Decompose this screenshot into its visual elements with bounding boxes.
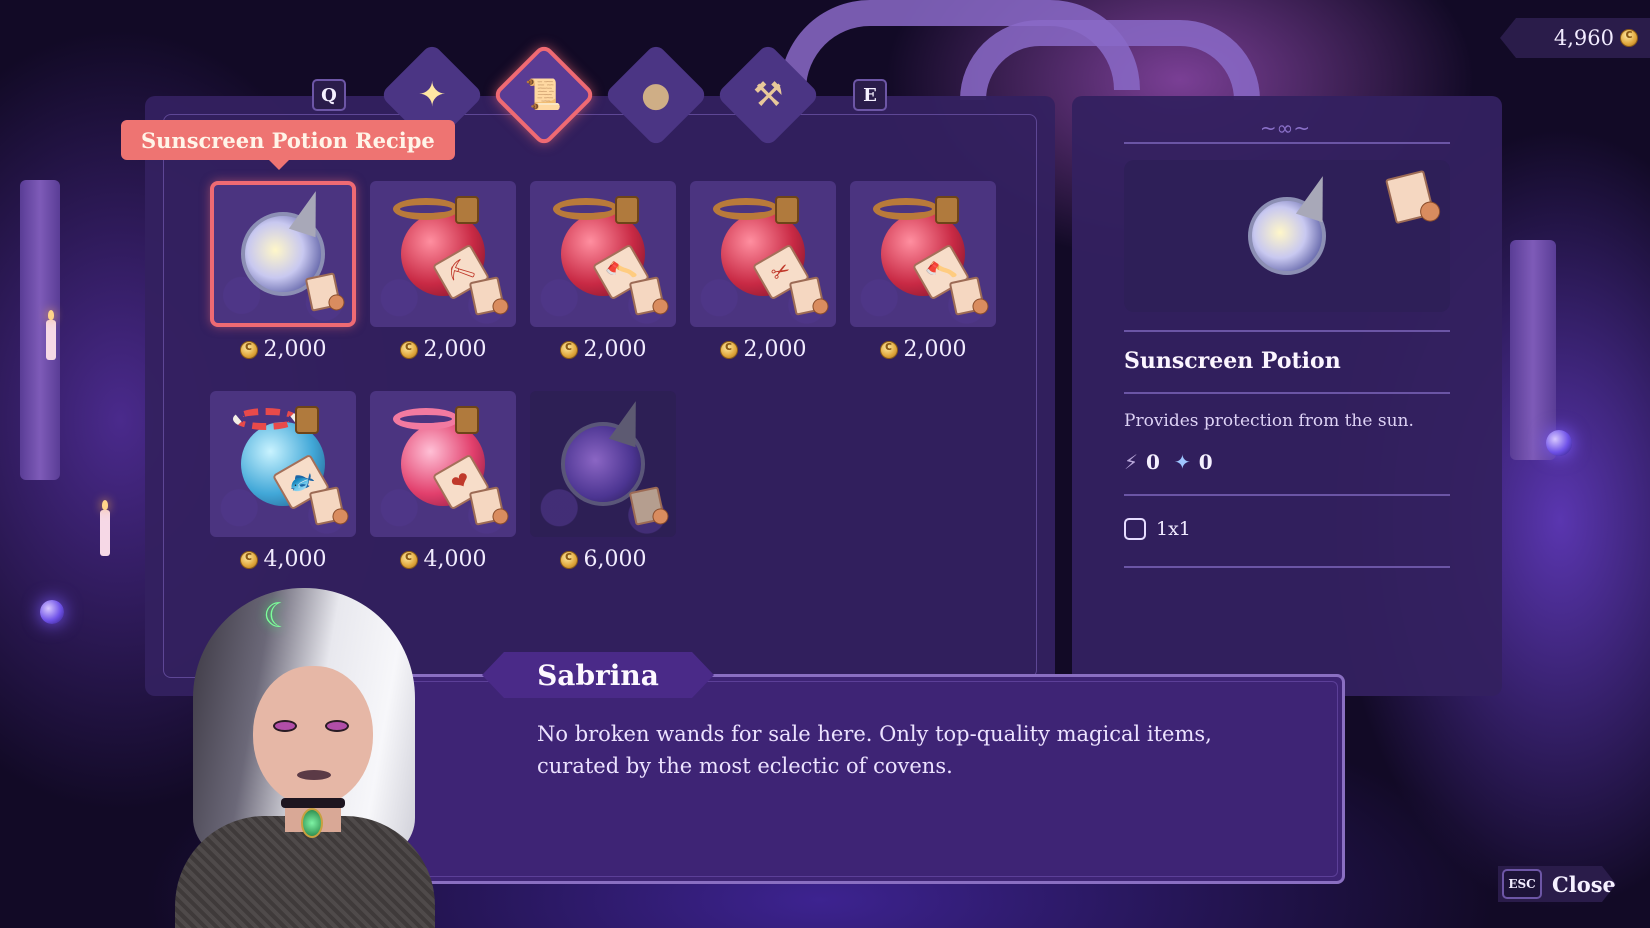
shop-item[interactable]: ⛏ 2,000 <box>370 181 516 362</box>
item-slot[interactable]: ✂ <box>690 181 836 327</box>
item-size: 1x1 <box>1124 518 1191 540</box>
background-pillar <box>20 180 60 480</box>
divider <box>1124 330 1450 332</box>
shop-item[interactable]: ✂ 2,000 <box>690 181 836 362</box>
ingredient-sack-icon: ● <box>641 74 671 115</box>
item-slot[interactable]: 🪓 <box>530 181 676 327</box>
item-size-value: 1x1 <box>1156 518 1191 540</box>
speaker-name: Sabrina <box>482 652 714 698</box>
item-price: 6,000 <box>530 547 676 572</box>
emerald-pendant-icon <box>301 808 323 838</box>
magic-value: 0 <box>1198 450 1213 474</box>
item-stats: ⚡ 0 ✦ 0 <box>1124 450 1213 474</box>
sparkles-icon: ✦ <box>417 75 447 115</box>
background-candle <box>100 500 110 556</box>
energy-icon: ⚡ <box>1124 450 1139 474</box>
shop-item[interactable]: 2,000 <box>210 181 356 362</box>
background-orb <box>1546 430 1572 456</box>
recipe-scroll-icon <box>788 276 826 316</box>
eye <box>325 720 349 732</box>
shop-item[interactable]: 6,000 <box>530 391 676 572</box>
item-price: 2,000 <box>530 337 676 362</box>
recipe-scroll-icon: 📜 <box>525 77 563 113</box>
shop-item[interactable]: ❤ 4,000 <box>370 391 516 572</box>
recipe-scroll-icon <box>628 276 666 316</box>
background-pillar <box>1510 240 1556 460</box>
item-price: 4,000 <box>210 547 356 572</box>
recipe-scroll-icon <box>948 276 986 316</box>
item-price: 2,000 <box>690 337 836 362</box>
ornament-icon: ~∞~ <box>1259 116 1311 140</box>
coin-amount: 4,960 <box>1553 26 1614 50</box>
esc-key[interactable]: ESC <box>1502 869 1542 899</box>
divider <box>1124 566 1450 568</box>
energy-value: 0 <box>1146 450 1160 474</box>
close-button[interactable]: ESC Close <box>1498 866 1616 902</box>
item-price: 2,000 <box>370 337 516 362</box>
recipe-scroll-icon <box>304 272 342 312</box>
lips <box>297 770 331 780</box>
grid-size-icon <box>1124 518 1146 540</box>
background-orb <box>40 600 64 624</box>
coin-icon <box>879 339 898 359</box>
item-slot[interactable]: 🐟 <box>210 391 356 537</box>
item-slot[interactable] <box>210 181 356 327</box>
coin-icon <box>239 549 258 569</box>
coin-icon <box>1620 27 1638 47</box>
item-price: 2,000 <box>850 337 996 362</box>
close-label: Close <box>1552 871 1616 897</box>
divider <box>1124 392 1450 394</box>
background-candle <box>46 310 56 360</box>
item-price: 4,000 <box>370 547 516 572</box>
shop-item[interactable]: 🪓 2,000 <box>530 181 676 362</box>
background-arch <box>960 20 1260 100</box>
recipe-scroll-icon <box>468 486 506 526</box>
coin-counter: 4,960 <box>1500 18 1650 58</box>
recipe-scroll-icon <box>628 486 666 526</box>
item-price: 2,000 <box>210 337 356 362</box>
magic-star-icon: ✦ <box>1173 450 1191 474</box>
sunscreen-potion-icon <box>1248 171 1337 275</box>
item-slot[interactable]: ⛏ <box>370 181 516 327</box>
item-name: Sunscreen Potion <box>1124 348 1341 374</box>
recipe-scroll-icon <box>1385 169 1435 225</box>
hammer-icon: ⚒ <box>752 74 784 115</box>
item-slot[interactable] <box>530 391 676 537</box>
character-portrait: ☾ <box>175 578 435 928</box>
recipe-scroll-icon <box>468 276 506 316</box>
item-preview <box>1124 160 1450 312</box>
crescent-moon-icon: ☾ <box>263 596 294 636</box>
dialogue-text: No broken wands for sale here. Only top-… <box>537 722 1212 778</box>
shop-item[interactable]: 🐟 4,000 <box>210 391 356 572</box>
next-tab-key[interactable]: E <box>853 79 887 111</box>
coin-icon <box>399 549 418 569</box>
item-slot[interactable]: 🪓 <box>850 181 996 327</box>
divider <box>1124 142 1450 144</box>
divider <box>1124 494 1450 496</box>
shop-item[interactable]: 🪓 2,000 <box>850 181 996 362</box>
item-tooltip: Sunscreen Potion Recipe <box>121 120 455 170</box>
eye <box>273 720 297 732</box>
coin-icon <box>559 339 578 359</box>
coin-icon <box>399 339 418 359</box>
item-slot[interactable]: ❤ <box>370 391 516 537</box>
recipe-scroll-icon <box>308 486 346 526</box>
coin-icon <box>239 339 258 359</box>
background-arch <box>780 0 1140 90</box>
coin-icon <box>719 339 738 359</box>
item-description: Provides protection from the sun. <box>1124 411 1414 431</box>
choker <box>281 798 345 808</box>
portrait-face <box>253 666 373 806</box>
item-details-panel: ~∞~ Sunscreen Potion Provides protection… <box>1072 96 1502 696</box>
coin-icon <box>559 549 578 569</box>
prev-tab-key[interactable]: Q <box>312 79 346 111</box>
